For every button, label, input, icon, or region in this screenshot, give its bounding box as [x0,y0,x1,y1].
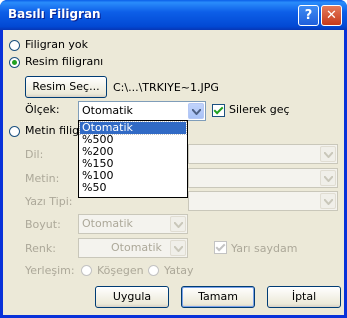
chevron-down-icon [174,246,183,252]
help-button[interactable]: ? [298,5,319,26]
text-combo[interactable] [188,168,338,188]
text-label: Metin: [25,172,60,185]
dialog-title: Basılı Filigran [8,7,101,21]
size-value: Otomatik [82,217,133,230]
font-dropdown-button[interactable] [320,193,336,209]
semitransparent-label[interactable]: Yarı saydam [231,242,297,255]
select-picture-button[interactable]: Resim Seç... [25,76,107,98]
horizontal-label[interactable]: Yatay [164,264,194,277]
color-dropdown-button[interactable] [170,240,186,256]
color-label: Renk: [25,242,56,255]
language-label: Dil: [25,148,44,161]
no-watermark-radio[interactable] [9,40,20,51]
layout-label: Yerleşim: [25,264,75,277]
scale-label: Ölçek: [25,103,60,116]
scale-value: Otomatik [82,104,133,117]
picture-watermark-text[interactable]: Resim filigranı [25,55,103,68]
close-button[interactable]: ✕ [321,5,342,26]
color-value: Otomatik [111,241,162,254]
scale-dropdown-button[interactable] [188,103,204,119]
language-dropdown-button[interactable] [320,146,336,162]
apply-button[interactable]: Uygula [95,286,169,308]
diagonal-label[interactable]: Köşegen [97,264,144,277]
washout-label[interactable]: Silerek geç [229,103,290,116]
size-combo[interactable]: Otomatik [78,214,188,234]
scale-combo[interactable]: Otomatik [78,101,206,121]
chevron-down-icon [324,199,333,205]
chevron-down-icon [174,222,183,228]
picture-watermark-radio[interactable] [9,57,20,68]
title-bar: Basılı Filigran ? ✕ [0,0,347,30]
language-combo[interactable] [188,144,338,164]
font-combo[interactable] [188,191,338,211]
no-watermark-label[interactable]: Filigran yok [25,38,88,51]
color-combo[interactable]: Otomatik [78,238,188,258]
text-dropdown-button[interactable] [320,170,336,186]
help-icon: ? [304,8,313,23]
picture-path: C:\...\TRKIYE~1.JPG [113,81,219,94]
diagonal-radio[interactable] [81,265,92,276]
chevron-down-icon [324,176,333,182]
close-icon: ✕ [326,8,337,23]
chevron-down-icon [324,152,333,158]
scale-dropdown-list: Otomatik %500 %200 %150 %100 %50 [78,120,188,198]
font-label: Yazı Tipi: [25,195,73,208]
ok-button[interactable]: Tamam [181,286,255,308]
chevron-down-icon [192,109,201,115]
horizontal-radio[interactable] [148,265,159,276]
cancel-button[interactable]: İptal [267,286,341,308]
text-watermark-radio[interactable] [9,126,20,137]
semitransparent-checkbox[interactable] [214,241,227,254]
size-label: Boyut: [25,218,61,231]
size-dropdown-button[interactable] [170,216,186,232]
scale-option[interactable]: %50 [80,182,186,194]
washout-checkbox[interactable] [212,104,225,117]
